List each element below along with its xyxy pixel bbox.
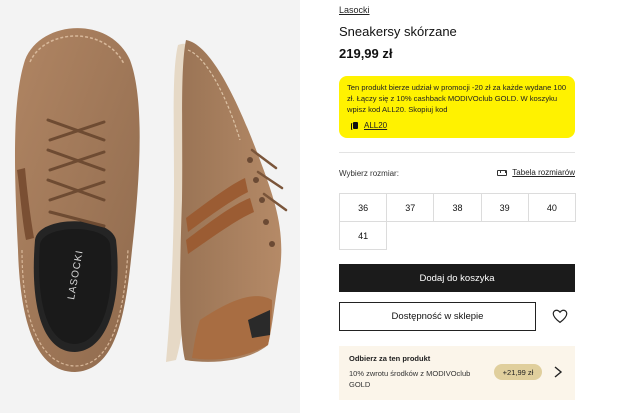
- reward-title: Odbierz za ten produkt: [349, 354, 431, 363]
- size-option[interactable]: 36: [339, 193, 388, 222]
- heart-icon[interactable]: [551, 307, 569, 325]
- section-divider: [339, 152, 575, 153]
- product-gallery[interactable]: LASOCKI: [0, 0, 300, 413]
- size-grid: 36 37 38 39 40 41: [339, 193, 576, 250]
- brand-link[interactable]: Lasocki: [339, 5, 370, 15]
- add-to-cart-button[interactable]: Dodaj do koszyka: [339, 264, 575, 292]
- product-title: Sneakersy skórzane: [339, 24, 457, 39]
- reward-badge: +21,99 zł: [494, 364, 542, 380]
- chevron-right-icon[interactable]: [553, 366, 563, 378]
- size-option[interactable]: 41: [339, 221, 388, 250]
- size-option[interactable]: 37: [386, 193, 435, 222]
- size-table-label: Tabela rozmiarów: [512, 168, 575, 177]
- reward-description: 10% zwrotu środków z MODIVOclub GOLD: [349, 369, 471, 389]
- copy-icon: [351, 121, 358, 130]
- product-price: 219,99 zł: [339, 46, 393, 61]
- promo-text: Ten produkt bierze udział w promocji -20…: [347, 83, 567, 114]
- size-option[interactable]: 39: [480, 193, 529, 222]
- size-selector-label: Wybierz rozmiar:: [339, 169, 399, 178]
- size-option[interactable]: 38: [433, 193, 482, 222]
- shoe-top-view: LASOCKI: [14, 28, 140, 372]
- promo-code: ALL20: [364, 121, 388, 130]
- store-availability-button[interactable]: Dostępność w sklepie: [339, 302, 536, 331]
- product-image: LASOCKI: [0, 0, 300, 413]
- size-option[interactable]: 40: [527, 193, 576, 222]
- product-details: Lasocki Sneakersy skórzane 219,99 zł Ten…: [339, 0, 576, 413]
- size-table-link[interactable]: Tabela rozmiarów: [497, 168, 575, 177]
- copy-code-button[interactable]: ALL20: [351, 121, 387, 130]
- ruler-icon: [497, 169, 508, 176]
- reward-card[interactable]: Odbierz za ten produkt 10% zwrotu środkó…: [339, 346, 575, 400]
